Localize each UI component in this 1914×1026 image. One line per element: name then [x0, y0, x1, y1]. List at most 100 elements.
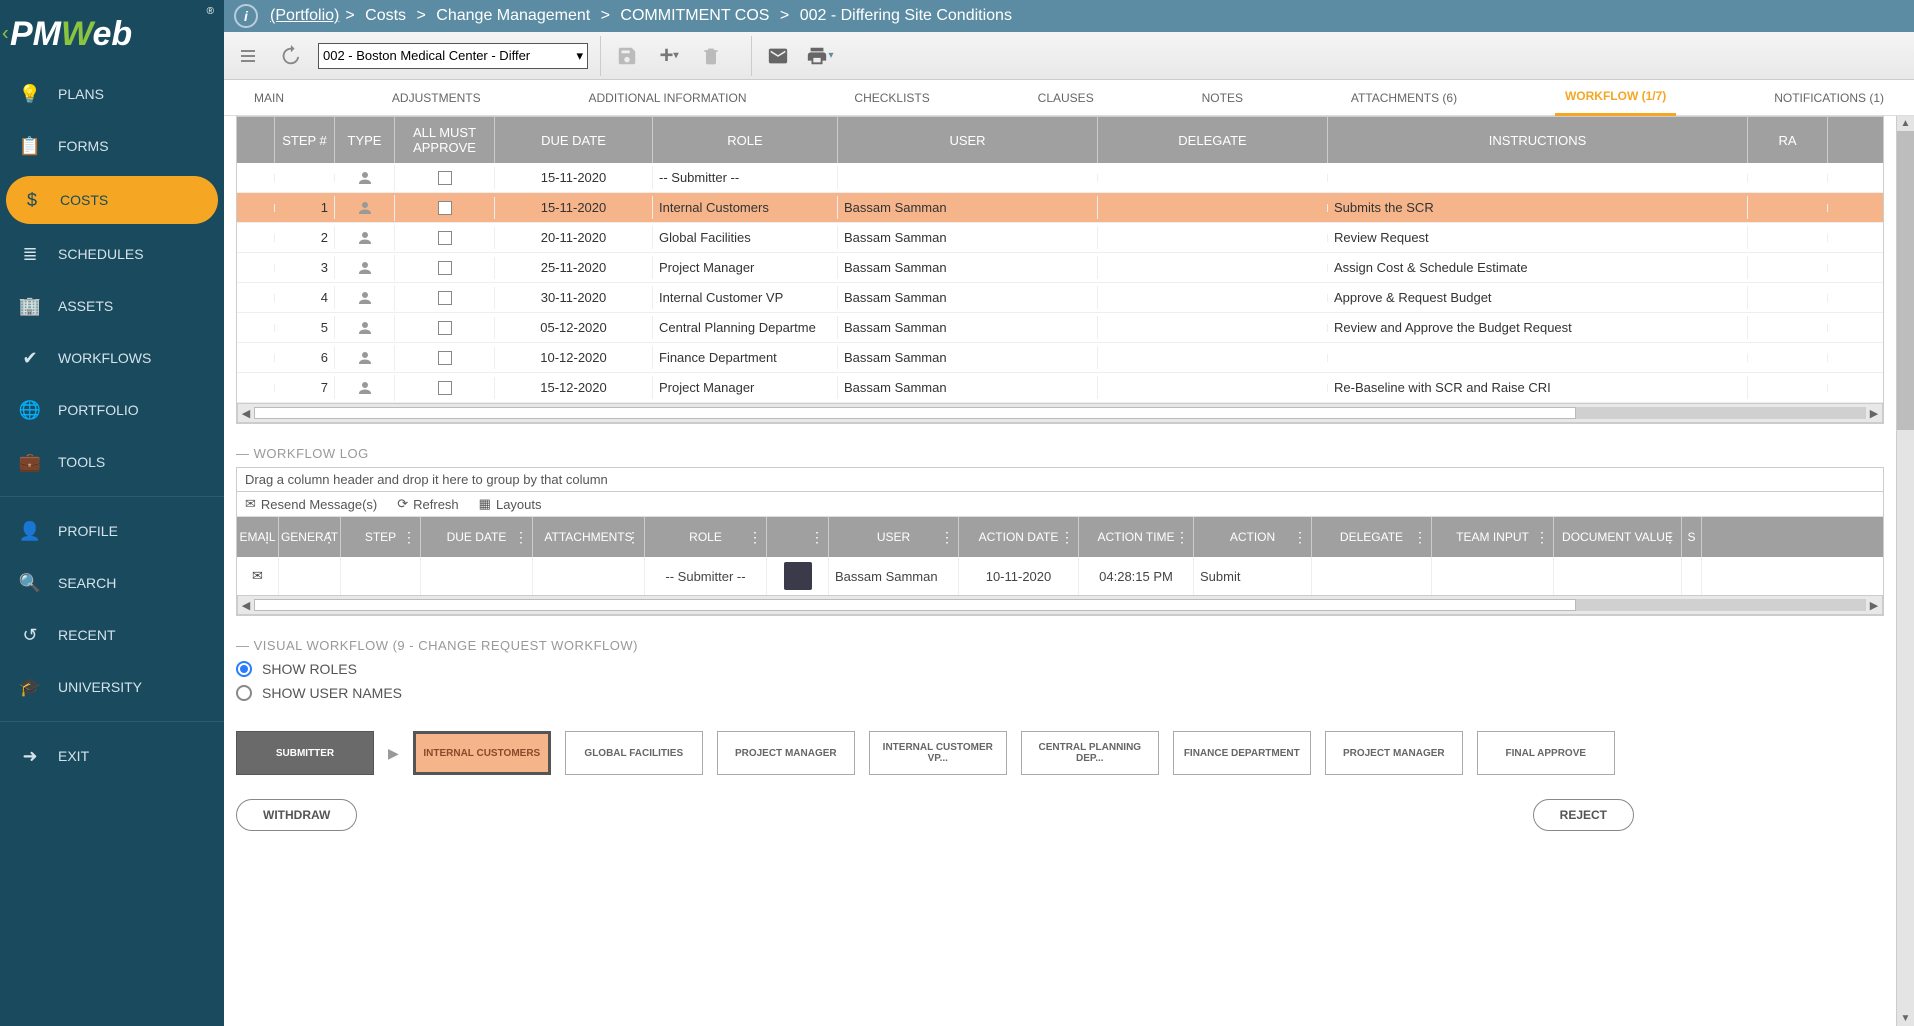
sidebar-item-university[interactable]: 🎓UNIVERSITY: [0, 661, 224, 713]
checkbox[interactable]: [438, 321, 452, 335]
project-select[interactable]: 002 - Boston Medical Center - Differ ▾: [318, 43, 588, 69]
col-duedate[interactable]: DUE DATE: [495, 117, 653, 163]
tab-adjustments[interactable]: ADJUSTMENTS: [382, 81, 491, 115]
lh-role[interactable]: ROLE⋮: [645, 517, 767, 557]
table-row[interactable]: 505-12-2020Central Planning DepartmeBass…: [237, 313, 1883, 343]
email-icon[interactable]: [764, 42, 792, 70]
sidebar-item-exit[interactable]: ➜EXIT: [0, 730, 224, 782]
tab-additional-information[interactable]: ADDITIONAL INFORMATION: [578, 81, 756, 115]
sidebar-item-tools[interactable]: 💼TOOLS: [0, 436, 224, 488]
checkbox[interactable]: [438, 291, 452, 305]
breadcrumb-part[interactable]: Costs: [365, 7, 406, 24]
tab-notifications-1-[interactable]: NOTIFICATIONS (1): [1764, 81, 1894, 115]
tab-main[interactable]: MAIN: [244, 81, 294, 115]
col-user[interactable]: USER: [838, 117, 1098, 163]
lh-s[interactable]: S: [1682, 517, 1702, 557]
checkbox[interactable]: [438, 381, 452, 395]
delete-icon[interactable]: [697, 42, 725, 70]
breadcrumb-part[interactable]: COMMITMENT COS: [620, 7, 769, 24]
tab-attachments-6-[interactable]: ATTACHMENTS (6): [1341, 81, 1467, 115]
sidebar-item-recent[interactable]: ↺RECENT: [0, 609, 224, 661]
tab-checklists[interactable]: CHECKLISTS: [844, 81, 939, 115]
sidebar-item-forms[interactable]: 📋FORMS: [0, 120, 224, 172]
lh-atime[interactable]: ACTION TIME⋮: [1079, 517, 1194, 557]
table-row[interactable]: 220-11-2020Global FacilitiesBassam Samma…: [237, 223, 1883, 253]
col-ra[interactable]: RA: [1748, 117, 1828, 163]
sidebar-item-plans[interactable]: 💡PLANS: [0, 68, 224, 120]
lh-adate[interactable]: ACTION DATE⋮: [959, 517, 1079, 557]
lh-att[interactable]: ATTACHMENTS⋮: [533, 517, 645, 557]
breadcrumb-root[interactable]: (Portfolio): [270, 7, 339, 25]
refresh-button[interactable]: ⟳ Refresh: [397, 496, 458, 512]
layouts-button[interactable]: ▦ Layouts: [479, 496, 542, 512]
wf-node[interactable]: INTERNAL CUSTOMER VP...: [869, 731, 1007, 775]
col-role[interactable]: ROLE: [653, 117, 838, 163]
col-approve[interactable]: ALL MUST APPROVE: [395, 117, 495, 163]
lh-email[interactable]: EMAIL⋮: [237, 517, 279, 557]
lh-action[interactable]: ACTION⋮: [1194, 517, 1312, 557]
list-settings-icon[interactable]: [234, 42, 262, 70]
lh-gen[interactable]: GENERAT⋮: [279, 517, 341, 557]
col-delegate[interactable]: DELEGATE: [1098, 117, 1328, 163]
table-row[interactable]: 715-12-2020Project ManagerBassam SammanR…: [237, 373, 1883, 403]
print-icon[interactable]: ▾: [806, 42, 834, 70]
radio-show-roles[interactable]: SHOW ROLES: [236, 661, 1884, 677]
radio-show-users[interactable]: SHOW USER NAMES: [236, 685, 1884, 701]
table-row[interactable]: 610-12-2020Finance DepartmentBassam Samm…: [237, 343, 1883, 373]
vertical-scrollbar[interactable]: ▲▼: [1896, 116, 1914, 1026]
log-hscroll[interactable]: ◀▶: [237, 595, 1883, 615]
table-row[interactable]: 115-11-2020Internal CustomersBassam Samm…: [237, 193, 1883, 223]
logo[interactable]: ‹ PMWeb ®: [0, 0, 224, 68]
col-step[interactable]: STEP #: [275, 117, 335, 163]
wf-node[interactable]: FINAL APPROVE: [1477, 731, 1615, 775]
breadcrumb-part[interactable]: 002 - Differing Site Conditions: [800, 7, 1012, 24]
save-icon[interactable]: [613, 42, 641, 70]
log-row[interactable]: ✉ -- Submitter -- Bassam Samman 10-11-20…: [237, 557, 1883, 595]
lh-user[interactable]: USER⋮: [829, 517, 959, 557]
wf-node[interactable]: INTERNAL CUSTOMERS: [413, 731, 551, 775]
log-group-drop[interactable]: Drag a column header and drop it here to…: [237, 468, 1883, 492]
back-arrow-icon[interactable]: ‹: [2, 23, 9, 46]
wf-node[interactable]: CENTRAL PLANNING DEP...: [1021, 731, 1159, 775]
checkbox[interactable]: [438, 171, 452, 185]
lh-del[interactable]: DELEGATE⋮: [1312, 517, 1432, 557]
lh-date[interactable]: DUE DATE⋮: [421, 517, 533, 557]
history-icon[interactable]: [276, 42, 304, 70]
log-email-icon[interactable]: ✉: [237, 557, 279, 595]
tab-clauses[interactable]: CLAUSES: [1028, 81, 1104, 115]
sidebar-item-workflows[interactable]: ✔WORKFLOWS: [0, 332, 224, 384]
sidebar-item-costs[interactable]: $COSTS: [6, 176, 218, 224]
resend-button[interactable]: ✉ Resend Message(s): [245, 496, 377, 512]
checkbox[interactable]: [438, 351, 452, 365]
add-icon[interactable]: +▾: [655, 42, 683, 70]
reject-button[interactable]: REJECT: [1533, 799, 1634, 831]
sidebar-item-schedules[interactable]: ≣SCHEDULES: [0, 228, 224, 280]
col-type[interactable]: TYPE: [335, 117, 395, 163]
wf-node[interactable]: GLOBAL FACILITIES: [565, 731, 703, 775]
tab-workflow-1-7-[interactable]: WORKFLOW (1/7): [1555, 79, 1676, 116]
table-row[interactable]: 325-11-2020Project ManagerBassam SammanA…: [237, 253, 1883, 283]
sidebar-item-portfolio[interactable]: 🌐PORTFOLIO: [0, 384, 224, 436]
table-row[interactable]: 430-11-2020Internal Customer VPBassam Sa…: [237, 283, 1883, 313]
tab-notes[interactable]: NOTES: [1192, 81, 1253, 115]
sidebar-item-assets[interactable]: 🏢ASSETS: [0, 280, 224, 332]
wf-node[interactable]: SUBMITTER: [236, 731, 374, 775]
breadcrumb-part[interactable]: Change Management: [436, 7, 590, 24]
checkbox[interactable]: [438, 231, 452, 245]
sidebar-item-profile[interactable]: 👤PROFILE: [0, 505, 224, 557]
lh-team[interactable]: TEAM INPUT⋮: [1432, 517, 1554, 557]
grid-hscroll[interactable]: ◀▶: [237, 403, 1883, 423]
checkbox[interactable]: [438, 261, 452, 275]
wf-node[interactable]: PROJECT MANAGER: [1325, 731, 1463, 775]
withdraw-button[interactable]: WITHDRAW: [236, 799, 357, 831]
col-instructions[interactable]: INSTRUCTIONS: [1328, 117, 1748, 163]
table-row[interactable]: 15-11-2020-- Submitter --: [237, 163, 1883, 193]
lh-step[interactable]: STEP⋮: [341, 517, 421, 557]
lh-doc[interactable]: DOCUMENT VALUE⋮: [1554, 517, 1682, 557]
info-icon[interactable]: i: [234, 4, 258, 28]
checkbox[interactable]: [438, 201, 452, 215]
wf-node[interactable]: PROJECT MANAGER: [717, 731, 855, 775]
wf-node[interactable]: FINANCE DEPARTMENT: [1173, 731, 1311, 775]
sidebar-item-search[interactable]: 🔍SEARCH: [0, 557, 224, 609]
lh-pic[interactable]: ⋮: [767, 517, 829, 557]
